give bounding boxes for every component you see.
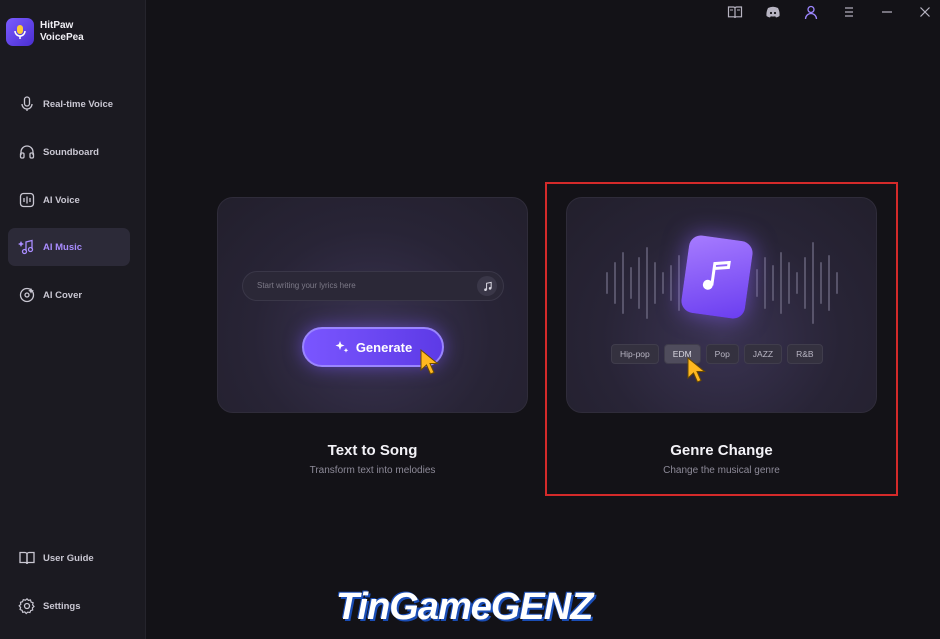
brand: HitPaw VoicePea [6, 18, 84, 46]
highlight-box [545, 182, 898, 496]
gear-icon [18, 597, 35, 615]
watermark: TinGameGENZ [336, 586, 593, 628]
discord-icon[interactable] [763, 2, 783, 22]
app-logo-icon [6, 18, 34, 46]
sidebar-item-real-time-voice[interactable]: Real-time Voice [8, 85, 130, 123]
sidebar-item-user-guide[interactable]: User Guide [8, 539, 130, 577]
brand-line2: VoicePea [40, 32, 84, 43]
close-icon[interactable] [915, 2, 935, 22]
brand-name: HitPaw VoicePea [40, 20, 84, 44]
lyrics-placeholder: Start writing your lyrics here [257, 281, 356, 290]
sidebar-item-label: Soundboard [43, 146, 99, 158]
brand-line1: HitPaw [40, 20, 74, 31]
card-subtitle: Transform text into melodies [309, 465, 436, 476]
sidebar-item-label: AI Cover [43, 289, 83, 301]
sidebar-item-settings[interactable]: Settings [8, 587, 130, 625]
music-note-icon[interactable] [477, 276, 497, 296]
sidebar-item-label: User Guide [43, 552, 94, 564]
music-sparkle-icon [18, 239, 34, 255]
sparkle-icon [335, 341, 349, 353]
menu-icon[interactable] [839, 2, 859, 22]
book-icon [19, 551, 35, 565]
sidebar-item-ai-music[interactable]: AI Music [8, 228, 130, 266]
microphone-icon [21, 96, 33, 111]
sidebar-item-label: AI Voice [43, 194, 80, 206]
guide-book-icon[interactable] [725, 2, 745, 22]
sidebar-item-ai-cover[interactable]: AI Cover [8, 276, 130, 314]
sidebar-item-label: AI Music [43, 241, 83, 253]
ai-voice-icon [19, 192, 35, 208]
headphones-icon [19, 145, 35, 159]
text-to-song-preview[interactable]: Start writing your lyrics here Generate [217, 197, 528, 413]
generate-button-label: Generate [355, 339, 413, 355]
sidebar: HitPaw VoicePea Real-time Voice Soundboa… [0, 0, 146, 639]
sidebar-item-soundboard[interactable]: Soundboard [8, 133, 130, 171]
user-icon[interactable] [801, 2, 821, 22]
pointer-cursor-icon [420, 348, 439, 375]
card-title: Text to Song [327, 442, 418, 459]
minimize-icon[interactable] [877, 2, 897, 22]
lyrics-input[interactable]: Start writing your lyrics here [242, 271, 504, 301]
sidebar-item-label: Real-time Voice [43, 98, 114, 110]
sidebar-item-ai-voice[interactable]: AI Voice [8, 181, 130, 219]
sidebar-item-label: Settings [43, 600, 81, 612]
vinyl-icon [19, 287, 35, 303]
